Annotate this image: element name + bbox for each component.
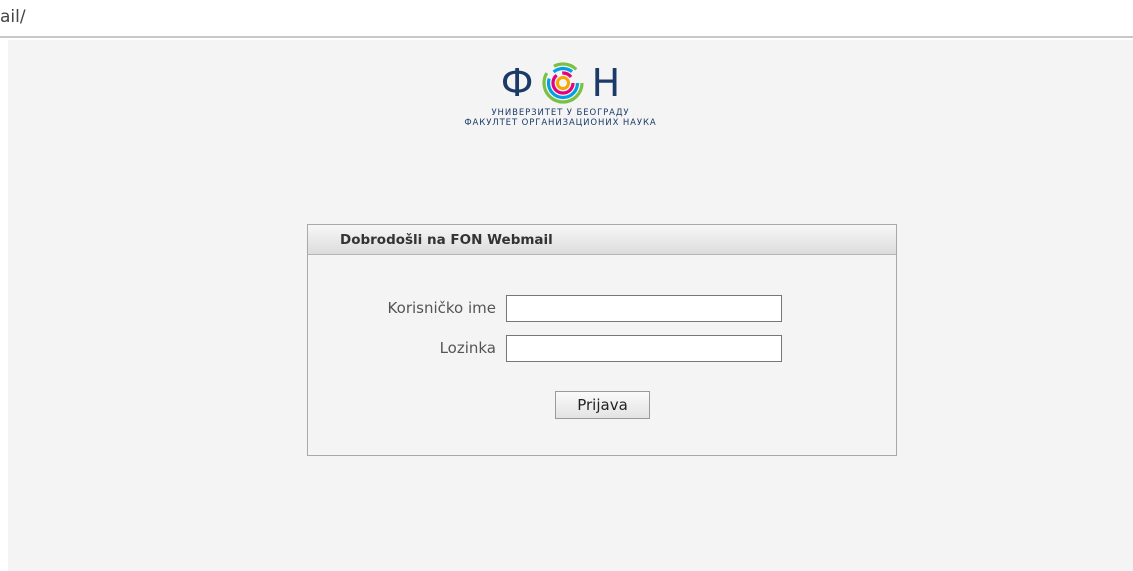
username-input[interactable] [506,295,782,322]
logo-letter-ef: Ф [500,61,534,105]
page-viewport: Ф Н УНИВЕРЗИТЕТ У БЕОГРАДУ ФАКУЛТЕТ ОРГА… [8,40,1133,571]
logo-letter-en: Н [591,61,621,105]
fon-logo: Ф Н УНИВЕРЗИТЕТ У БЕОГРАДУ ФАКУЛТЕТ ОРГА… [8,58,1133,128]
password-label: Lozinka [439,339,496,357]
address-bar[interactable]: ail/ [0,0,1133,38]
username-label: Korisničko ime [387,299,496,317]
url-text[interactable]: ail/ [0,7,26,27]
logo-faculty-line: ФАКУЛТЕТ ОРГАНИЗАЦИОНИХ НАУКА [464,118,657,128]
logo-mark: Ф Н [501,58,620,108]
login-title: Dobrodošli na FON Webmail [308,225,896,255]
logo-university-line: УНИВЕРЗИТЕТ У БЕОГРАДУ [491,108,630,118]
login-panel: Dobrodošli na FON Webmail Korisničko ime… [307,224,897,456]
password-row: Lozinka [308,335,896,363]
password-input[interactable] [506,335,782,362]
username-row: Korisničko ime [308,295,896,323]
logo-rings-icon [541,62,584,104]
login-button[interactable]: Prijava [555,391,650,419]
